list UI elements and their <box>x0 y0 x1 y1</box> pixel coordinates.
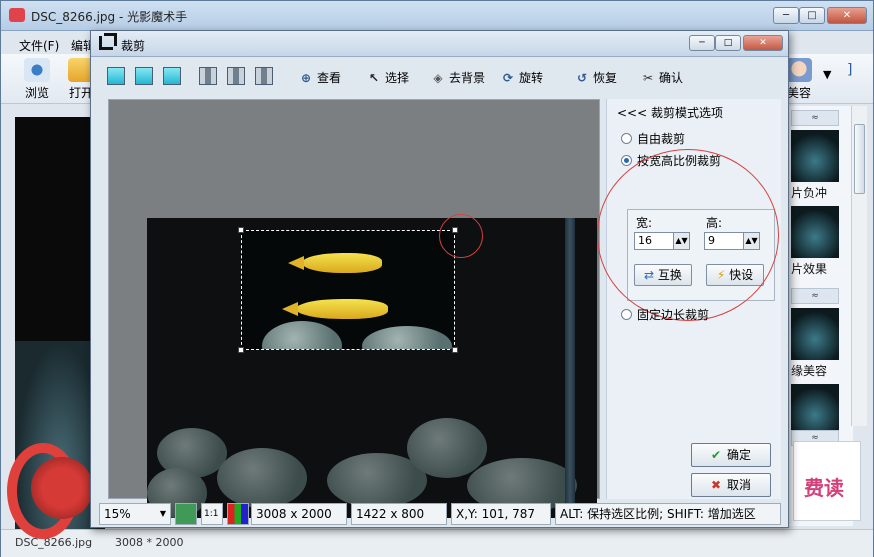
crop-dialog-title-bar: 裁剪 ─ □ ✕ <box>91 31 788 57</box>
check-icon: ✔ <box>710 448 722 462</box>
resize-handle[interactable] <box>238 227 244 233</box>
crop-toolbar: ⊕ 查看 ↖ 选择 ◈ 去背景 ⟳ 旋转 ↺ 恢复 ✂ 确认 <box>95 62 784 94</box>
rotate-icon: ⟳ <box>502 71 514 85</box>
zoom-select[interactable]: 15% ▼ <box>99 503 171 525</box>
fish <box>288 253 382 273</box>
background-icon: ◈ <box>433 71 443 85</box>
layout-top-panel-icon[interactable] <box>163 67 181 85</box>
magnify-icon: ⊕ <box>300 71 312 85</box>
effect-label: 片负冲 <box>791 186 828 200</box>
layout-left-panel-icon[interactable] <box>199 67 217 85</box>
mode-fixed-label[interactable]: 固定边长裁剪 <box>637 306 709 323</box>
fish <box>282 299 388 319</box>
mode-free-label[interactable]: 自由裁剪 <box>637 130 685 147</box>
scrollbar-thumb[interactable] <box>854 124 865 194</box>
effects-scrollbar[interactable] <box>851 106 867 426</box>
layout-right-panel-icon[interactable] <box>255 67 273 85</box>
panel-collapse-icon[interactable]: ≈ <box>791 288 839 304</box>
crop-selection[interactable] <box>241 230 455 350</box>
color-channel-icon[interactable] <box>227 503 249 525</box>
effect-thumbnail[interactable] <box>791 206 839 258</box>
layout-middle-panel-icon[interactable] <box>135 67 153 85</box>
mode-free-radio[interactable] <box>621 133 632 144</box>
dialog-close-button[interactable]: ✕ <box>743 35 783 51</box>
selection-size-readout: 1422 x 800 <box>351 503 447 525</box>
effect-label: 片效果 <box>791 262 828 276</box>
browse-button[interactable]: 浏览 <box>15 56 59 102</box>
resize-handle[interactable] <box>452 347 458 353</box>
fit-window-icon[interactable] <box>175 503 197 525</box>
toolbar-overflow-icon[interactable]: ] <box>847 62 852 78</box>
cursor-coordinates: X,Y: 101, 787 <box>451 503 551 525</box>
crop-icon <box>99 33 117 50</box>
ad-banner[interactable]: 费读 <box>793 441 861 521</box>
resize-handle[interactable] <box>238 347 244 353</box>
main-maximize-button[interactable]: □ <box>799 7 825 24</box>
effect-thumbnail[interactable] <box>791 308 839 360</box>
undo-icon: ↺ <box>576 71 588 85</box>
cursor-icon: ↖ <box>368 71 380 85</box>
cancel-button[interactable]: ✖ 取消 <box>691 473 771 497</box>
rotate-button[interactable]: ⟳ 旋转 <box>501 68 543 88</box>
mode-ratio-radio[interactable] <box>621 155 632 166</box>
mode-fixed-radio[interactable] <box>621 309 632 320</box>
main-minimize-button[interactable]: ─ <box>773 7 799 24</box>
crop-dialog-title: 裁剪 <box>121 39 146 53</box>
confirm-crop-button[interactable]: ✂ 确认 <box>641 68 683 88</box>
crop-status-bar: 15% ▼ 1:1 3008 x 2000 1422 x 800 X,Y: 101… <box>95 503 785 525</box>
options-header[interactable]: <<< 裁剪模式选项 <box>617 104 723 121</box>
crop-dialog: 裁剪 ─ □ ✕ ⊕查看 ↖选择 ◈去背景 ⟳旋转 ↺恢复 ✂确认 <box>90 30 789 528</box>
restore-button[interactable]: ↺ 恢复 <box>575 68 617 88</box>
chevron-down-icon: ▼ <box>159 509 166 518</box>
ok-button[interactable]: ✔ 确定 <box>691 443 771 467</box>
dialog-maximize-button[interactable]: □ <box>715 35 741 51</box>
select-button[interactable]: ↖ 选择 <box>367 68 409 88</box>
x-icon: ✖ <box>710 478 722 492</box>
scissors-icon: ✂ <box>642 71 654 85</box>
layout-bottom-panel-icon[interactable] <box>107 67 125 85</box>
layout-center-panel-icon[interactable] <box>227 67 245 85</box>
main-title-bar: DSC_8266.jpg - 光影魔术手 ─ □ ✕ <box>1 1 873 31</box>
effect-thumbnail[interactable] <box>791 130 839 182</box>
annotation-circle <box>597 149 779 321</box>
shortcut-hint: ALT: 保持选区比例; SHIFT: 增加选区 <box>555 503 781 525</box>
panel-collapse-icon[interactable]: ≈ <box>791 110 839 126</box>
annotation-circle <box>439 214 483 258</box>
remove-background-button[interactable]: ◈ 去背景 <box>431 68 485 88</box>
more-dropdown-icon[interactable]: ▼ <box>823 68 831 81</box>
main-close-button[interactable]: ✕ <box>827 7 867 24</box>
crop-options-panel: <<< 裁剪模式选项 自由裁剪 按宽高比例裁剪 宽: 高: 16 ▲▼ 9 ▲▼… <box>597 99 781 499</box>
face-icon <box>786 58 812 82</box>
crop-canvas[interactable] <box>108 99 600 518</box>
image-size-readout: 3008 x 2000 <box>251 503 347 525</box>
view-button[interactable]: ⊕ 查看 <box>299 68 341 88</box>
effect-label: 缘美容 <box>791 364 828 378</box>
main-window-title: DSC_8266.jpg - 光影魔术手 <box>31 10 188 24</box>
effect-thumbnail[interactable] <box>791 384 839 436</box>
menu-file[interactable]: 文件(F) <box>19 37 59 54</box>
actual-size-button[interactable]: 1:1 <box>201 503 223 525</box>
eye-icon <box>24 58 50 82</box>
dialog-minimize-button[interactable]: ─ <box>689 35 715 51</box>
app-icon <box>9 8 25 22</box>
